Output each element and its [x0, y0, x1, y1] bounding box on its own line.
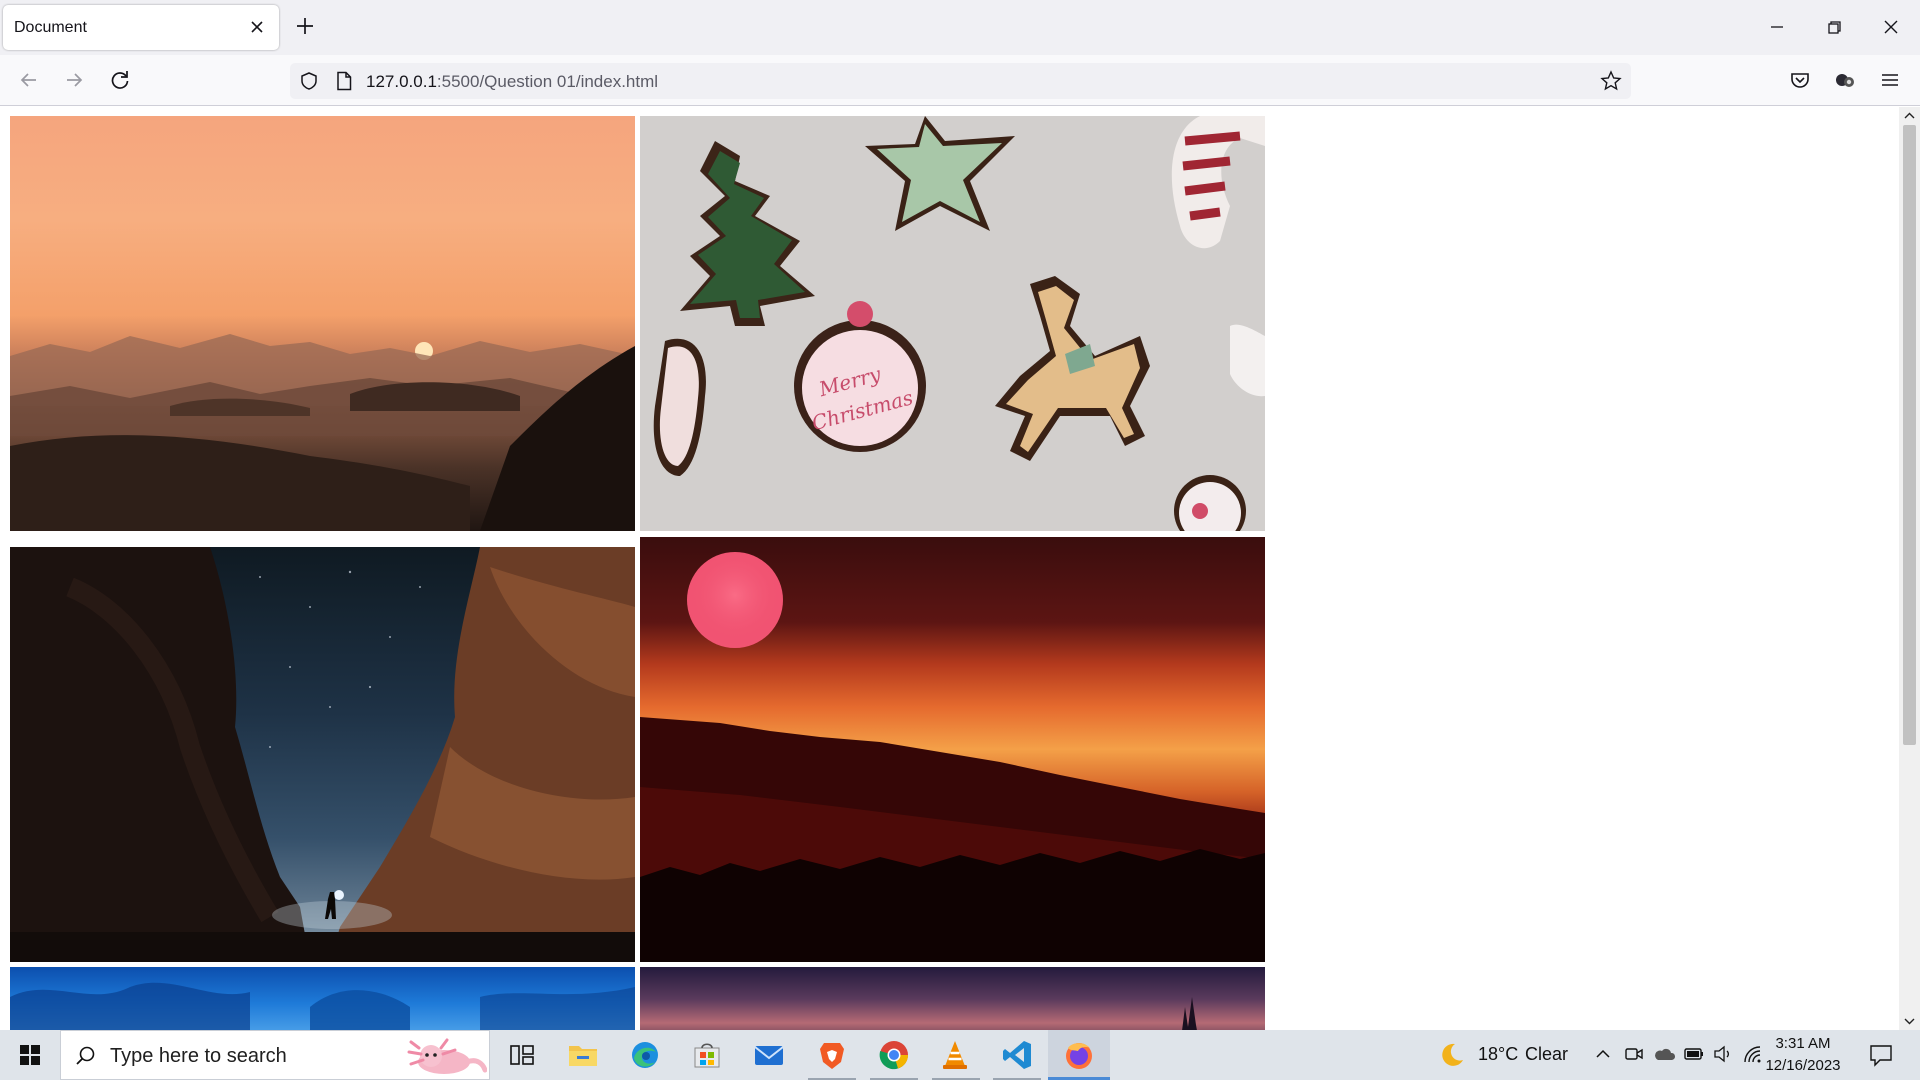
onedrive-icon[interactable] — [1652, 1044, 1676, 1064]
scroll-thumb[interactable] — [1903, 125, 1916, 745]
battery-icon[interactable] — [1683, 1044, 1705, 1064]
weather-condition[interactable]: Clear — [1525, 1044, 1568, 1065]
star-icon[interactable] — [1600, 70, 1622, 92]
search-icon — [76, 1046, 95, 1065]
taskbar: Type here to search 18°C Clear 3:31 AM 1… — [0, 1030, 1920, 1080]
plus-icon[interactable] — [294, 15, 316, 37]
page-viewport: Merry Christmas — [0, 107, 1899, 1030]
scroll-up-icon[interactable] — [1902, 109, 1917, 123]
taskbar-search[interactable]: Type here to search — [60, 1030, 490, 1080]
url-bar[interactable]: 127.0.0.1:5500/Question 01/index.html — [290, 63, 1631, 99]
gallery-image-christmas-cookies[interactable]: Merry Christmas — [640, 116, 1265, 531]
gallery-image-canyon-night[interactable] — [10, 547, 635, 962]
url-text: 127.0.0.1:5500/Question 01/index.html — [366, 72, 658, 92]
dusk-scene — [1182, 997, 1197, 1030]
restore-icon[interactable] — [1821, 14, 1847, 40]
chrome-icon[interactable] — [877, 1038, 911, 1072]
page-icon — [337, 71, 352, 91]
file-explorer-icon[interactable] — [566, 1038, 600, 1072]
firefox-icon[interactable] — [1062, 1038, 1096, 1072]
task-view-icon[interactable] — [505, 1038, 539, 1072]
underwater-scene — [10, 982, 635, 1030]
windows-start-icon[interactable] — [10, 1040, 50, 1070]
shield-icon[interactable] — [299, 71, 319, 91]
page-scrollbar[interactable] — [1899, 107, 1920, 1030]
volume-icon[interactable] — [1712, 1044, 1734, 1064]
navigation-bar: 127.0.0.1:5500/Question 01/index.html — [0, 55, 1920, 106]
hills-landscape — [640, 552, 1265, 962]
minimize-icon[interactable] — [1764, 14, 1790, 40]
gallery-image-purple-dusk[interactable] — [640, 967, 1265, 1030]
gallery-image-underwater-blue[interactable] — [10, 967, 635, 1030]
gallery-image-red-sun-hills[interactable] — [640, 537, 1265, 962]
cookies-illustration: Merry Christmas — [640, 116, 1265, 531]
arrow-right-icon[interactable] — [61, 67, 87, 93]
clock-time: 3:31 AM — [1775, 1035, 1831, 1052]
brave-icon[interactable] — [815, 1038, 849, 1072]
vscode-icon[interactable] — [1000, 1038, 1034, 1072]
store-icon[interactable] — [690, 1038, 724, 1072]
clock-date: 12/16/2023 — [1765, 1057, 1841, 1074]
url-host: 127.0.0.1 — [366, 72, 437, 91]
gallery-image-desert-sunset[interactable] — [10, 116, 635, 531]
desert-landscape — [10, 334, 635, 531]
system-clock[interactable]: 3:31 AM 12/16/2023 — [1758, 1033, 1848, 1077]
vlc-icon[interactable] — [938, 1038, 972, 1072]
mail-icon[interactable] — [752, 1038, 786, 1072]
meet-now-icon[interactable] — [1624, 1044, 1644, 1064]
scroll-down-icon[interactable] — [1902, 1014, 1917, 1028]
reload-icon[interactable] — [107, 67, 133, 93]
canyon-landscape — [10, 547, 635, 962]
tab-title: Document — [14, 19, 87, 36]
moon-icon[interactable] — [1438, 1041, 1466, 1069]
pocket-icon[interactable] — [1787, 67, 1813, 93]
menu-icon[interactable] — [1877, 67, 1903, 93]
arrow-left-icon[interactable] — [16, 67, 42, 93]
browser-tab[interactable]: Document — [3, 5, 279, 50]
extensions-icon[interactable] — [1832, 67, 1858, 93]
window-close-icon[interactable] — [1878, 14, 1904, 40]
axolotl-icon — [407, 1038, 487, 1074]
search-placeholder: Type here to search — [110, 1045, 287, 1067]
chevron-up-icon[interactable] — [1594, 1045, 1612, 1063]
notification-icon[interactable] — [1868, 1042, 1894, 1068]
close-icon[interactable] — [247, 17, 267, 37]
tab-strip: Document — [0, 0, 1920, 55]
weather-temp[interactable]: 18°C — [1478, 1044, 1518, 1065]
url-path: :5500/Question 01/index.html — [436, 72, 659, 91]
edge-icon[interactable] — [628, 1038, 662, 1072]
